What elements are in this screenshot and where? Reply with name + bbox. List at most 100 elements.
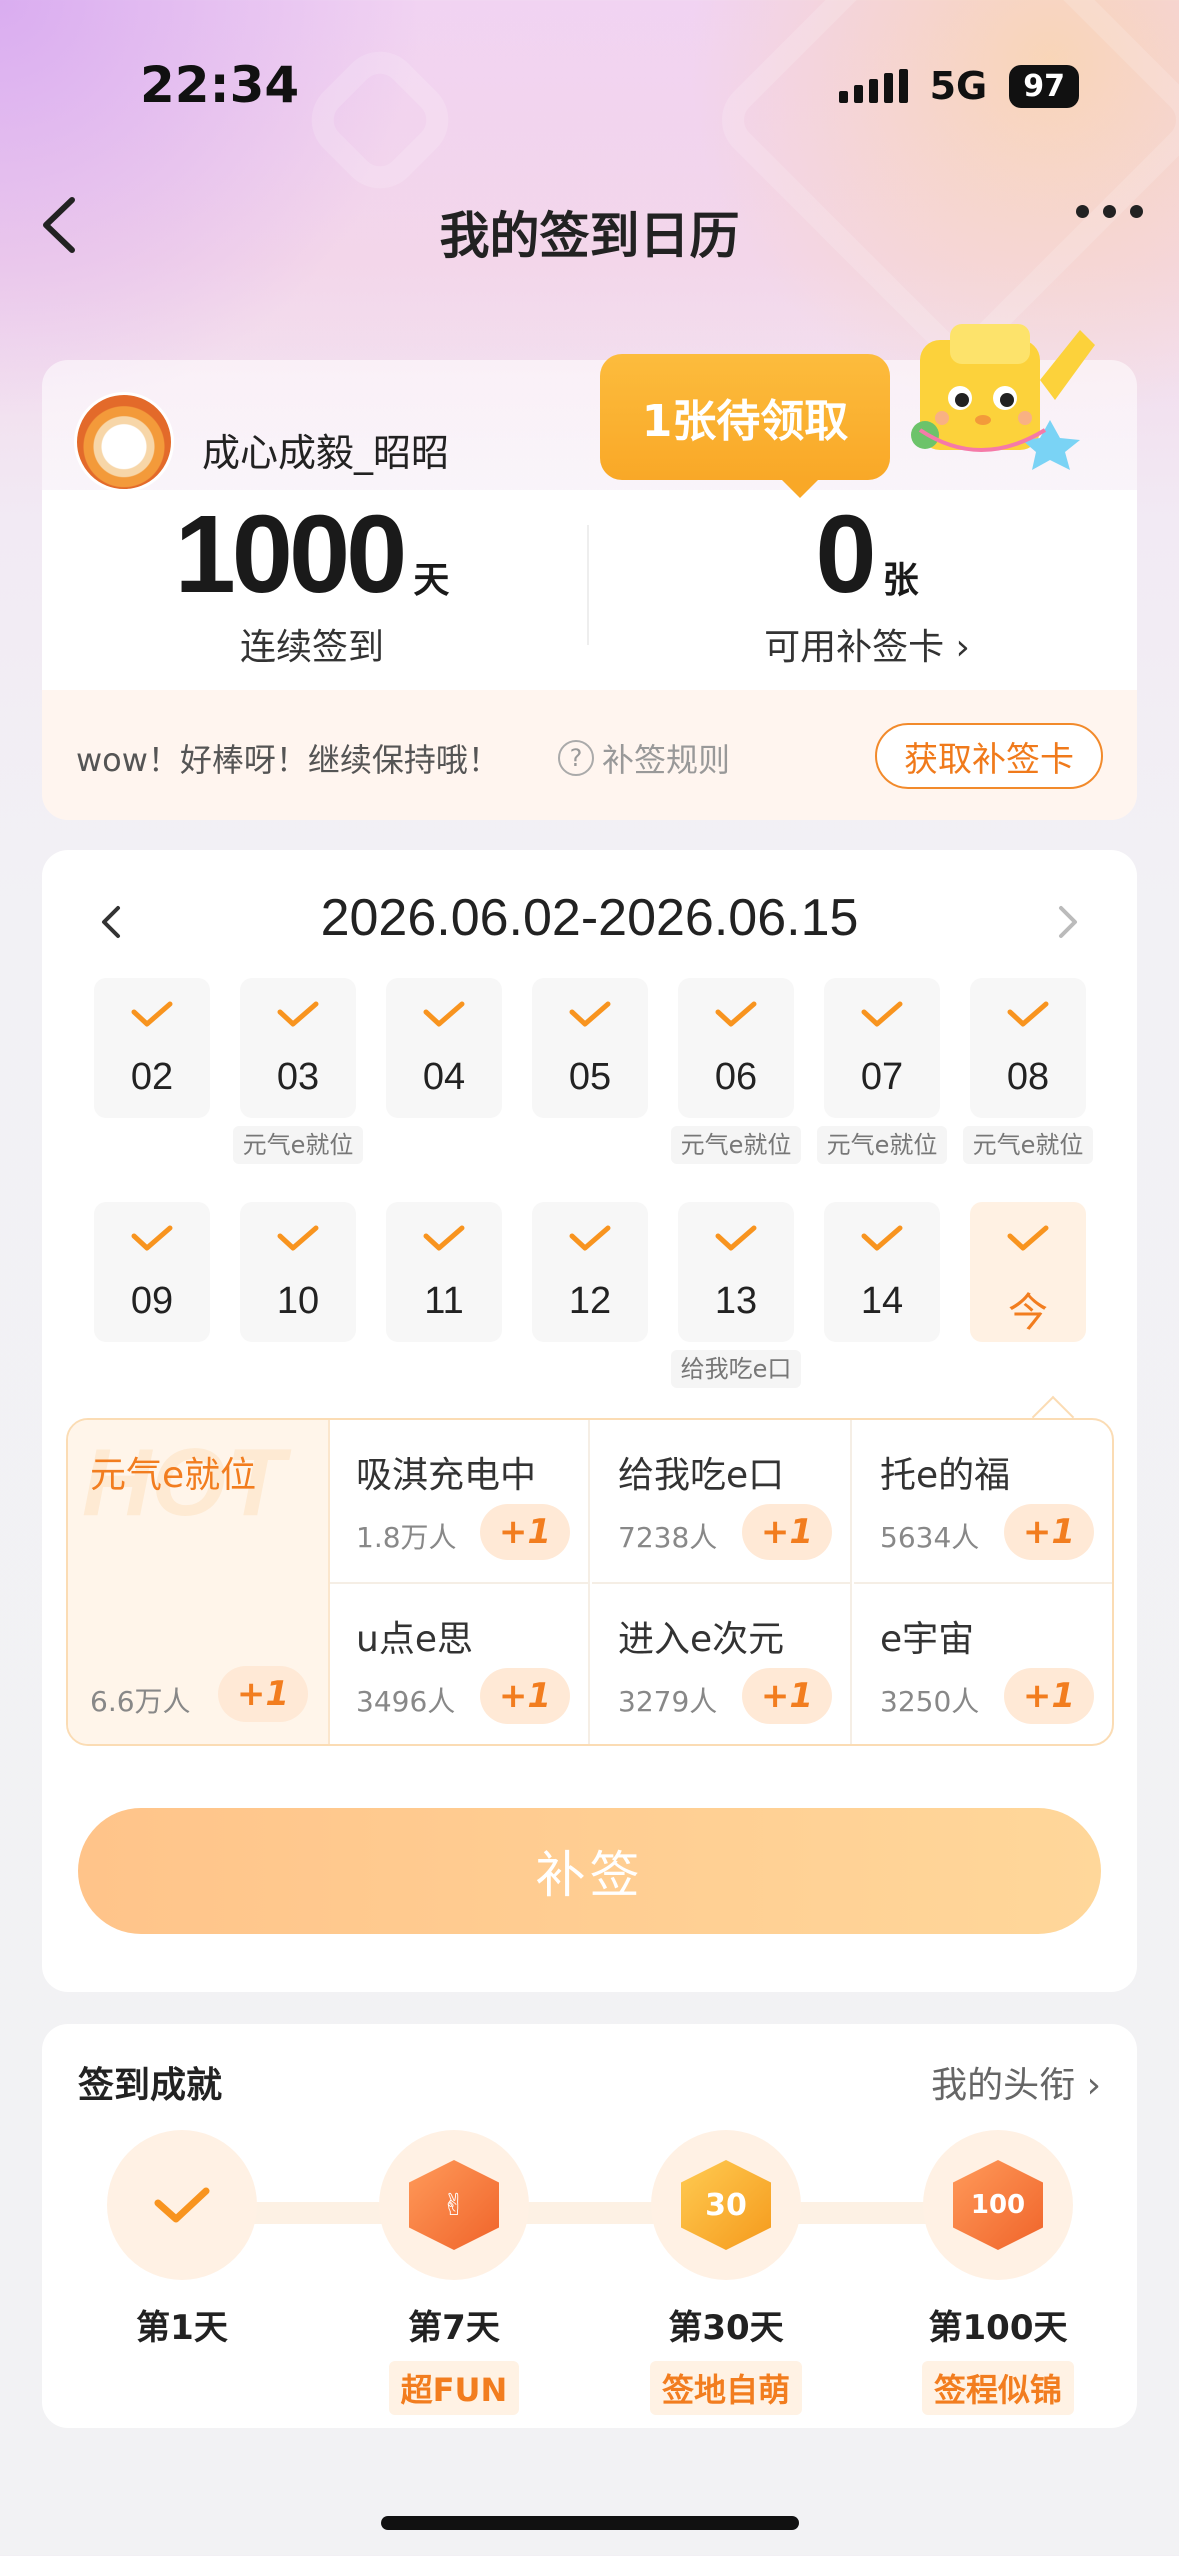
status-option[interactable]: u点e思 3496人 +1 (330, 1584, 590, 1744)
get-card-button[interactable]: 获取补签卡 (875, 723, 1103, 789)
calendar-day[interactable]: 05 (532, 978, 648, 1118)
status-option[interactable]: 进入e次元 3279人 +1 (592, 1584, 852, 1744)
calendar-day[interactable]: 14 (824, 1202, 940, 1342)
signal-icon (838, 69, 908, 103)
question-icon: ? (558, 740, 594, 776)
status-count: 1.8万人 (356, 1521, 457, 1554)
status-grid: HOT 元气e就位 6.6万人 +1 吸淇充电中 1.8万人 +1 给我吃e口 7238… (66, 1418, 1114, 1746)
calendar-day[interactable]: 04 (386, 978, 502, 1118)
check-icon (1007, 1225, 1049, 1251)
check-icon (569, 1001, 611, 1027)
day-number: 14 (860, 1280, 904, 1322)
check-icon (131, 1225, 173, 1251)
achievement-track (172, 2202, 992, 2224)
achievement-day-7[interactable]: ✌ 第7天 超FUN (354, 2130, 554, 2415)
chevron-right-icon[interactable] (1047, 902, 1087, 942)
home-indicator[interactable] (381, 2516, 799, 2530)
status-name: 托e的福 (880, 1455, 1011, 1496)
day-number: 11 (424, 1280, 464, 1322)
status-option[interactable]: e宇宙 3250人 +1 (854, 1584, 1112, 1744)
achievement-day-label: 第1天 (136, 2308, 228, 2348)
status-option[interactable]: 吸淇充电中 1.8万人 +1 (330, 1420, 590, 1584)
calendar-day[interactable]: 13 (678, 1202, 794, 1342)
my-titles-link[interactable]: 我的头衔 › (931, 2056, 1101, 2108)
day-number: 13 (714, 1280, 758, 1322)
day-status-tag: 元气e就位 (817, 1126, 947, 1164)
plus-one-button[interactable]: +1 (218, 1666, 308, 1722)
plus-one-button[interactable]: +1 (742, 1504, 832, 1560)
achievement-day-label: 第100天 (928, 2308, 1068, 2348)
featured-status[interactable]: HOT 元气e就位 6.6万人 +1 (68, 1420, 330, 1744)
achievement-day-1[interactable]: 第1天 (82, 2130, 282, 2349)
calendar-day[interactable]: 02 (94, 978, 210, 1118)
days-30-badge-icon: 30 (651, 2130, 801, 2280)
calendar-card: 2026.06.02-2026.06.15 02 03 元气e就位 04 05 06 元气e… (42, 850, 1137, 1992)
plus-one-button[interactable]: +1 (480, 1668, 570, 1724)
achievement-badge: 签地自萌 (649, 2361, 802, 2415)
cards-label[interactable]: 可用补签卡 › (597, 618, 1137, 670)
status-option[interactable]: 托e的福 5634人 +1 (854, 1420, 1112, 1584)
more-icon[interactable] (1076, 205, 1143, 218)
status-name: 元气e就位 (90, 1455, 257, 1496)
rule-link[interactable]: ? 补签规则 (558, 735, 730, 781)
day-number: 02 (130, 1056, 174, 1098)
makeup-sign-button[interactable]: 补签 (78, 1808, 1101, 1934)
makeup-card-stat[interactable]: 0张 可用补签卡 › (597, 500, 1137, 670)
achievement-day-100[interactable]: 100 第100天 签程似锦 (898, 2130, 1098, 2415)
status-option[interactable]: 给我吃e口 7238人 +1 (592, 1420, 852, 1584)
day-number: 10 (276, 1280, 320, 1322)
avatar[interactable] (74, 392, 174, 492)
plus-one-button[interactable]: +1 (1004, 1668, 1094, 1724)
achievement-badge: 签程似锦 (921, 2361, 1074, 2415)
achievements-card: 签到成就 我的头衔 › 第1天 ✌ 第7天 超FUN 30 第30天 签地自萌 … (42, 2024, 1137, 2428)
achievement-day-30[interactable]: 30 第30天 签地自萌 (626, 2130, 826, 2415)
plus-one-button[interactable]: +1 (742, 1668, 832, 1724)
mascot-icon (911, 324, 1095, 470)
day-number: 07 (860, 1056, 904, 1098)
calendar-day[interactable]: 09 (94, 1202, 210, 1342)
calendar-day[interactable]: 07 (824, 978, 940, 1118)
calendar-day[interactable]: 10 (240, 1202, 356, 1342)
day-status-tag: 元气e就位 (233, 1126, 363, 1164)
check-icon (1007, 1001, 1049, 1027)
check-icon (861, 1225, 903, 1251)
calendar-day[interactable]: 11 (386, 1202, 502, 1342)
status-name: 给我吃e口 (618, 1455, 785, 1496)
day-number: 今 (1008, 1290, 1048, 1336)
check-icon (277, 1225, 319, 1251)
check-icon (131, 1001, 173, 1027)
day-number: 03 (276, 1056, 320, 1098)
streak-unit: 天 (413, 560, 450, 601)
plus-one-button[interactable]: +1 (480, 1504, 570, 1560)
status-count: 7238人 (618, 1521, 718, 1554)
streak-value: 1000 (174, 493, 408, 616)
calendar-day[interactable]: 06 (678, 978, 794, 1118)
check-icon (107, 2130, 257, 2280)
calendar-day[interactable]: 今 (970, 1202, 1086, 1342)
day-status-tag: 元气e就位 (671, 1126, 801, 1164)
calendar-day[interactable]: 08 (970, 978, 1086, 1118)
status-name: e宇宙 (880, 1619, 975, 1660)
tip-text: wow！好棒呀！继续保持哦！ (76, 741, 500, 779)
achievement-day-label: 第7天 (408, 2308, 500, 2348)
status-name: 吸淇充电中 (356, 1455, 537, 1496)
day-number: 09 (130, 1280, 174, 1322)
check-icon (423, 1225, 465, 1251)
date-range-title: 2026.06.02-2026.06.15 (320, 889, 859, 947)
fun-badge-icon: ✌ (379, 2130, 529, 2280)
status-time: 22:34 (140, 56, 300, 114)
day-status-tag: 给我吃e口 (671, 1350, 801, 1388)
day-number: 04 (422, 1056, 466, 1098)
plus-one-button[interactable]: +1 (1004, 1504, 1094, 1560)
calendar-day[interactable]: 12 (532, 1202, 648, 1342)
stat-divider (587, 525, 589, 645)
check-icon (715, 1001, 757, 1027)
calendar-day[interactable]: 03 (240, 978, 356, 1118)
username: 成心成毅_昭昭 (202, 431, 450, 475)
status-count: 5634人 (880, 1521, 980, 1554)
pending-badge[interactable]: 1张待领取 (600, 354, 890, 498)
achievements-title: 签到成就 (78, 2065, 223, 2106)
cards-value: 0 (815, 493, 876, 616)
status-count: 3496人 (356, 1685, 456, 1718)
page-title: 我的签到日历 (439, 207, 740, 265)
